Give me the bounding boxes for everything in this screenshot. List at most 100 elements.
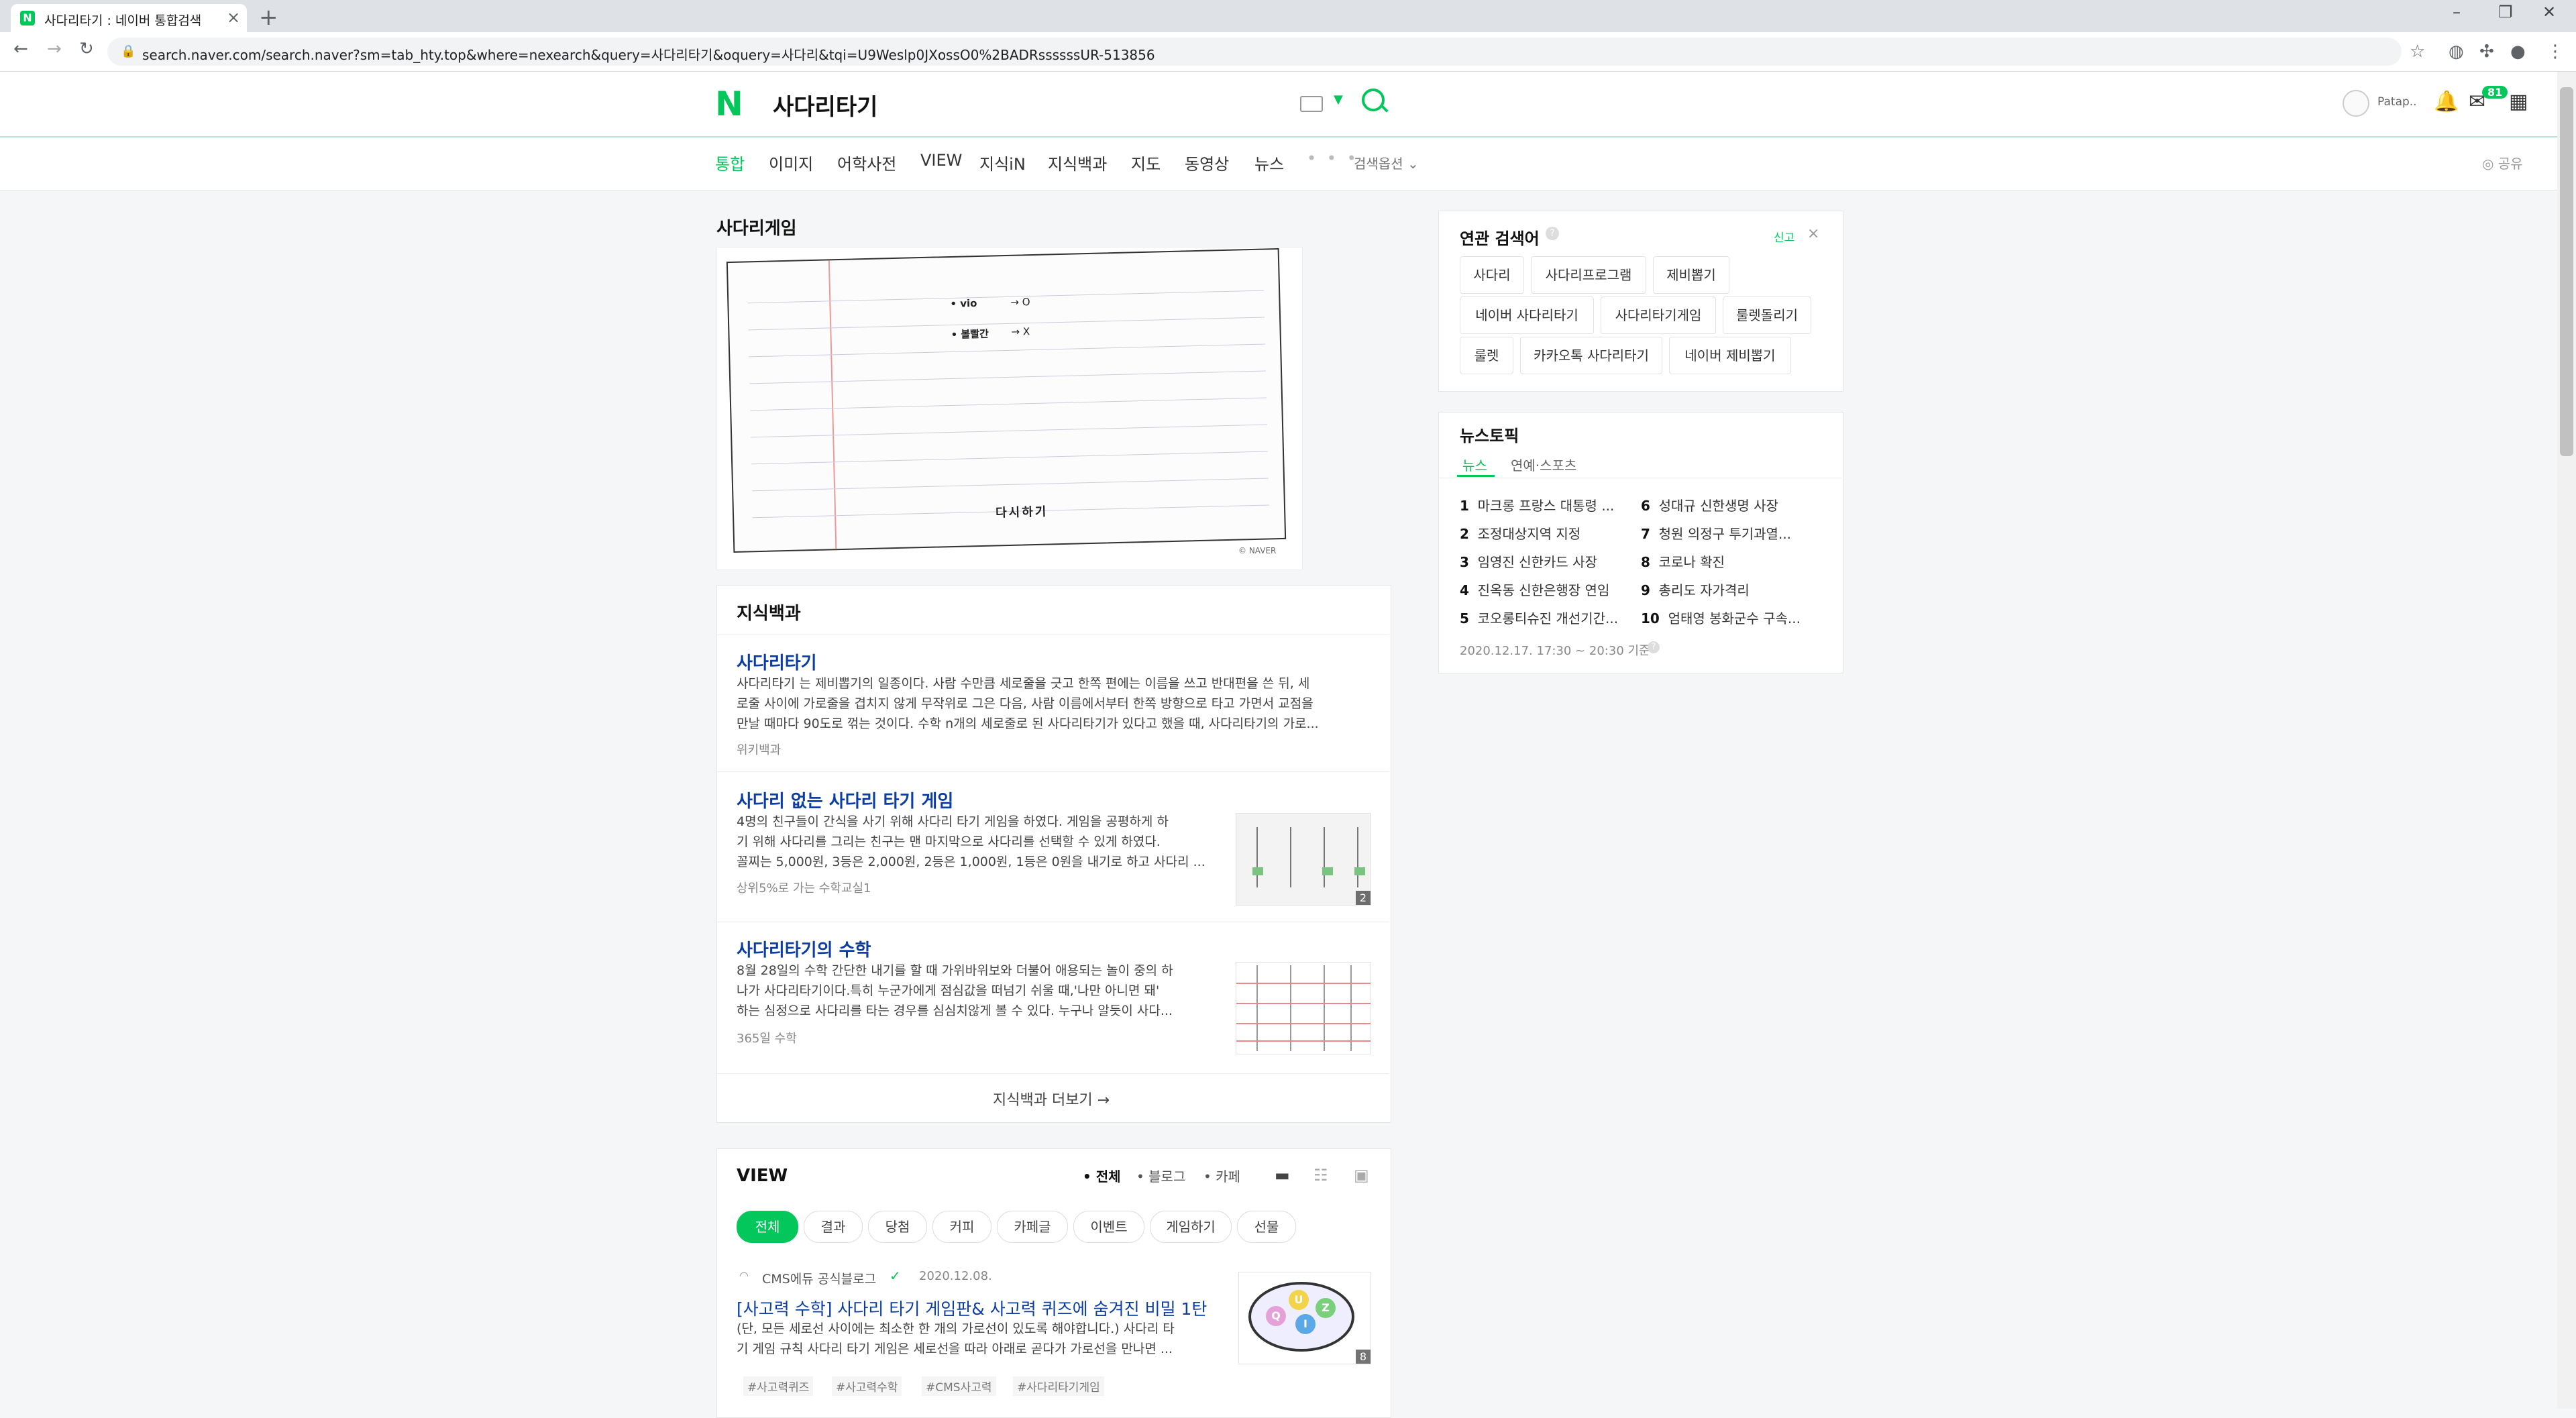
encyclopedia-item-source[interactable]: 위키백과: [737, 741, 781, 758]
new-tab-button[interactable]: +: [259, 4, 278, 31]
browser-tab[interactable]: N 사다리타기 : 네이버 통합검색 ×: [11, 4, 247, 32]
view-filter-cafe[interactable]: • 카페: [1203, 1166, 1240, 1185]
news-tab-entertainment[interactable]: 연예·스포츠: [1511, 455, 1576, 474]
news-item[interactable]: 3 임영진 신한카드 사장: [1460, 551, 1597, 571]
help-icon[interactable]: ?: [1546, 227, 1559, 240]
news-item[interactable]: 10 엄태영 봉화군수 구속...: [1641, 608, 1801, 627]
related-keyword[interactable]: 사다리타기게임: [1601, 296, 1716, 334]
related-keyword[interactable]: 네이버 사다리타기: [1460, 296, 1594, 334]
share-button[interactable]: ◎ 공유: [2482, 153, 2523, 172]
profile-icon[interactable]: ●: [2510, 42, 2526, 62]
snippet-line: 만날 때마다 90도로 꺾는 것이다. 수학 n개의 세로줄로 된 사다리타기가…: [737, 716, 1319, 731]
search-input[interactable]: 사다리타기: [773, 89, 877, 121]
search-icon[interactable]: [1362, 89, 1385, 111]
encyclopedia-item-source[interactable]: 상위5%로 가는 수학교실1: [737, 879, 871, 896]
apps-grid-icon[interactable]: ▦: [2509, 90, 2528, 113]
forward-icon[interactable]: →: [47, 39, 62, 59]
tab-encyclopedia[interactable]: 지식백과: [1048, 151, 1107, 174]
more-tabs-icon[interactable]: • • •: [1307, 149, 1359, 168]
news-item[interactable]: 5 코오롱티슈진 개선기간...: [1460, 608, 1618, 627]
report-link[interactable]: 신고: [1774, 228, 1794, 245]
encyclopedia-item-title[interactable]: 사다리타기의 수학: [737, 936, 871, 961]
view-chip[interactable]: 전체: [737, 1211, 798, 1243]
news-item[interactable]: 4 진옥동 신한은행장 연임: [1460, 580, 1609, 599]
related-keyword[interactable]: 룰렛돌리기: [1723, 296, 1811, 334]
ladder-diagram-thumbnail[interactable]: [1236, 962, 1371, 1054]
reload-icon[interactable]: ↻: [79, 39, 94, 59]
tab-kin[interactable]: 지식iN: [979, 151, 1026, 174]
news-item[interactable]: 9 총리도 자가격리: [1641, 580, 1750, 599]
close-tab-icon[interactable]: ×: [227, 8, 240, 27]
encyclopedia-item-source[interactable]: 365일 수학: [737, 1029, 797, 1046]
view-chip[interactable]: 결과: [804, 1211, 863, 1243]
news-item[interactable]: 6 성대규 신한생명 사장: [1641, 495, 1778, 514]
keyboard-icon[interactable]: [1300, 96, 1323, 112]
extensions-icon[interactable]: ✣: [2479, 42, 2494, 62]
restore-icon[interactable]: ❐: [2498, 3, 2513, 21]
search-options-button[interactable]: 검색옵션 ⌄: [1354, 153, 1419, 172]
encyclopedia-more-link[interactable]: 지식백과 더보기 →: [993, 1088, 1110, 1109]
list-view-icon[interactable]: ▬: [1275, 1166, 1290, 1185]
view-title: VIEW: [737, 1166, 788, 1186]
view-chip[interactable]: 커피: [932, 1211, 991, 1243]
post-tag[interactable]: #사고력퀴즈: [743, 1376, 814, 1396]
news-tab-news[interactable]: 뉴스: [1462, 455, 1487, 474]
bookmark-star-icon[interactable]: ☆: [2410, 42, 2425, 62]
menu-kebab-icon[interactable]: ⋮: [2546, 42, 2564, 62]
encyclopedia-item-snippet: 4명의 친구들이 간식을 사기 위해 사다리 타기 게임을 하였다. 게임을 공…: [737, 812, 1213, 872]
post-tag[interactable]: #사고력수학: [832, 1376, 902, 1396]
window-close-icon[interactable]: ✕: [2542, 3, 2556, 21]
tab-news[interactable]: 뉴스: [1254, 151, 1284, 174]
tab-video[interactable]: 동영상: [1185, 151, 1229, 174]
ladder-line: [1256, 965, 1258, 1051]
view-chip[interactable]: 카페글: [997, 1211, 1068, 1243]
post-author[interactable]: CMS에듀 공식블로그: [762, 1269, 876, 1287]
related-keyword[interactable]: 룰렛: [1460, 337, 1513, 374]
post-title[interactable]: [사고력 수학] 사다리 타기 게임판& 사고력 퀴즈에 숨겨진 비밀 1탄: [737, 1296, 1207, 1320]
view-chip[interactable]: 당첨: [868, 1211, 927, 1243]
bell-icon[interactable]: 🔔: [2434, 90, 2459, 113]
url-text[interactable]: search.naver.com/search.naver?sm=tab_hty…: [142, 44, 1155, 64]
related-keyword[interactable]: 사다리: [1460, 256, 1524, 294]
view-chip[interactable]: 게임하기: [1150, 1211, 1232, 1243]
view-chip[interactable]: 선물: [1237, 1211, 1296, 1243]
scrollbar-thumb[interactable]: [2560, 87, 2573, 456]
back-icon[interactable]: ←: [13, 39, 28, 59]
image-section-title[interactable]: 사다리게임: [716, 215, 797, 239]
image-view-icon[interactable]: ▣: [1354, 1166, 1369, 1185]
translate-icon[interactable]: ◍: [2449, 42, 2464, 62]
minimize-icon[interactable]: –: [2453, 3, 2461, 21]
mail-badge: 81: [2482, 86, 2508, 99]
tab-view[interactable]: VIEW: [920, 151, 962, 170]
tab-dictionary[interactable]: 어학사전: [837, 151, 896, 174]
news-item[interactable]: 8 코로나 확진: [1641, 551, 1725, 571]
encyclopedia-item-title[interactable]: 사다리타기: [737, 649, 817, 674]
related-keyword[interactable]: 카카오톡 사다리타기: [1520, 337, 1662, 374]
tab-integrated[interactable]: 통합: [715, 151, 745, 174]
news-item[interactable]: 2 조정대상지역 지정: [1460, 523, 1580, 543]
lock-icon[interactable]: 🔒: [121, 44, 136, 58]
related-searches-title: 연관 검색어: [1460, 229, 1540, 248]
news-item[interactable]: 1 마크롱 프랑스 대통령 ...: [1460, 495, 1614, 514]
detail-view-icon[interactable]: ☷: [1313, 1166, 1328, 1185]
view-filter-all[interactable]: • 전체: [1083, 1166, 1121, 1185]
related-keyword[interactable]: 네이버 제비뽑기: [1669, 337, 1791, 374]
autocomplete-toggle-icon[interactable]: ▼: [1334, 93, 1343, 107]
tab-images[interactable]: 이미지: [769, 151, 813, 174]
view-chip[interactable]: 이벤트: [1073, 1211, 1144, 1243]
naver-logo[interactable]: N: [715, 85, 743, 123]
help-icon[interactable]: ?: [1648, 641, 1660, 653]
tab-map[interactable]: 지도: [1131, 151, 1161, 174]
post-tag[interactable]: #사다리타기게임: [1013, 1376, 1104, 1396]
view-filter-blog[interactable]: • 블로그: [1136, 1166, 1185, 1185]
encyclopedia-thumbnail[interactable]: 2: [1236, 813, 1371, 906]
related-keyword[interactable]: 사다리프로그램: [1531, 256, 1646, 294]
close-icon[interactable]: ×: [1807, 225, 1819, 242]
news-item[interactable]: 7 청원 의정구 투기과열...: [1641, 523, 1791, 543]
related-keyword[interactable]: 제비뽑기: [1653, 256, 1729, 294]
user-name[interactable]: Patap..: [2377, 95, 2417, 109]
avatar[interactable]: [2343, 90, 2369, 117]
encyclopedia-item-title[interactable]: 사다리 없는 사다리 타기 게임: [737, 787, 953, 812]
post-tag[interactable]: #CMS사고력: [922, 1376, 996, 1396]
quiz-thumbnail[interactable]: Q U I Z 8: [1238, 1272, 1371, 1364]
